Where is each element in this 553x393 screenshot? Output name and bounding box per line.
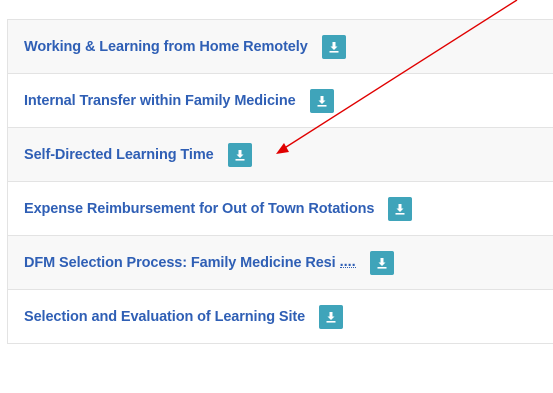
list-item: Selection and Evaluation of Learning Sit… <box>7 290 553 344</box>
document-link[interactable]: Internal Transfer within Family Medicine <box>24 93 296 109</box>
truncation-ellipsis[interactable]: .... <box>339 255 356 269</box>
download-button[interactable] <box>227 142 252 167</box>
list-item: Working & Learning from Home Remotely <box>7 20 553 74</box>
list-item: Expense Reimbursement for Out of Town Ro… <box>7 182 553 236</box>
list-item: DFM Selection Process: Family Medicine R… <box>7 236 553 290</box>
download-button[interactable] <box>388 196 413 221</box>
list-item: Internal Transfer within Family Medicine <box>7 74 553 128</box>
download-button[interactable] <box>309 88 334 113</box>
download-icon <box>377 257 387 269</box>
document-link[interactable]: Self-Directed Learning Time <box>24 147 214 163</box>
list-item: Self-Directed Learning Time <box>7 128 553 182</box>
download-icon <box>329 41 339 53</box>
document-link[interactable]: DFM Selection Process: Family Medicine R… <box>24 255 336 271</box>
download-icon <box>395 203 405 215</box>
document-list: Working & Learning from Home Remotely In… <box>7 19 553 344</box>
document-link[interactable]: Selection and Evaluation of Learning Sit… <box>24 309 305 325</box>
document-link[interactable]: Working & Learning from Home Remotely <box>24 39 308 55</box>
download-button[interactable] <box>369 250 394 275</box>
download-icon <box>326 311 336 323</box>
document-link[interactable]: Expense Reimbursement for Out of Town Ro… <box>24 201 374 217</box>
download-icon <box>235 149 245 161</box>
download-icon <box>317 95 327 107</box>
download-button[interactable] <box>321 34 346 59</box>
download-button[interactable] <box>319 304 344 329</box>
